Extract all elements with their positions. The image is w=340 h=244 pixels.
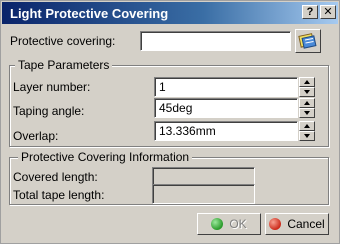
layer-number-up-arrow[interactable] xyxy=(299,77,315,87)
layer-number-label: Layer number: xyxy=(13,80,91,94)
overlap-down-arrow[interactable] xyxy=(299,131,315,141)
cancel-icon xyxy=(269,218,282,230)
covered-length-label: Covered length: xyxy=(13,170,98,184)
window-title: Light Protective Covering xyxy=(10,6,169,21)
total-tape-length-label: Total tape length: xyxy=(13,188,105,202)
protective-covering-field[interactable] xyxy=(140,31,291,51)
layer-number-field[interactable] xyxy=(154,77,298,97)
cancel-label: Cancel xyxy=(287,217,325,231)
taping-angle-down-arrow[interactable] xyxy=(299,108,315,118)
taping-angle-spinner[interactable] xyxy=(299,98,315,118)
tape-parameters-title: Tape Parameters xyxy=(15,58,113,72)
overlap-up-arrow[interactable] xyxy=(299,121,315,131)
protective-covering-label: Protective covering: xyxy=(10,34,116,48)
title-bar[interactable]: Light Protective Covering ? ✕ xyxy=(2,2,338,24)
overlap-label: Overlap: xyxy=(13,129,59,143)
taping-angle-field[interactable] xyxy=(154,98,298,118)
overlap-field[interactable] xyxy=(154,121,298,141)
cancel-button[interactable]: Cancel xyxy=(265,213,329,235)
total-tape-length-field xyxy=(152,184,255,204)
ok-button[interactable]: OK xyxy=(197,213,261,235)
taping-angle-label: Taping angle: xyxy=(13,104,85,118)
layer-number-down-arrow[interactable] xyxy=(299,87,315,97)
layer-number-spinner[interactable] xyxy=(299,77,315,97)
help-button[interactable]: ? xyxy=(302,5,318,19)
taping-angle-up-arrow[interactable] xyxy=(299,98,315,108)
catalog-browse-icon xyxy=(298,33,317,49)
browse-catalog-button[interactable] xyxy=(295,29,321,53)
ok-label: OK xyxy=(229,217,247,231)
overlap-spinner[interactable] xyxy=(299,121,315,141)
close-button[interactable]: ✕ xyxy=(320,5,336,19)
dialog-window: Light Protective Covering ? ✕ Protective… xyxy=(0,0,340,244)
covering-info-title: Protective Covering Information xyxy=(18,150,193,164)
ok-icon xyxy=(211,218,224,230)
